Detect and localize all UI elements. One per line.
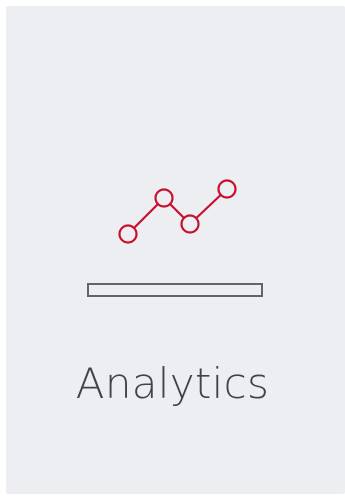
chart-point bbox=[217, 179, 237, 199]
placeholder-bar bbox=[87, 283, 263, 297]
chart-line bbox=[127, 188, 228, 235]
chart-point bbox=[118, 224, 138, 244]
card-title: Analytics bbox=[75, 359, 270, 408]
line-chart-icon bbox=[118, 179, 237, 244]
chart-point bbox=[180, 214, 200, 234]
chart-point bbox=[154, 188, 174, 208]
